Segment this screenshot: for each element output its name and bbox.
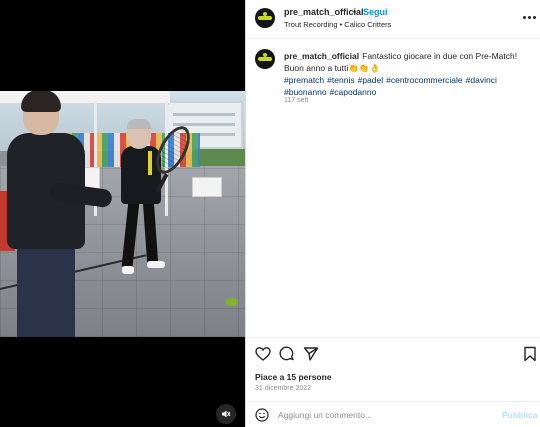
share-icon[interactable] xyxy=(303,346,319,362)
emoji-icon[interactable] xyxy=(255,408,269,422)
caption-avatar[interactable] xyxy=(255,49,275,69)
bookmark-icon[interactable] xyxy=(522,346,538,362)
action-bar xyxy=(246,337,540,368)
avatar[interactable] xyxy=(255,8,275,28)
player-2-body xyxy=(121,146,161,204)
video-crate xyxy=(192,177,222,197)
hashtag[interactable]: #tennis xyxy=(327,75,354,85)
caption-username[interactable]: pre_match_official xyxy=(284,51,359,61)
player-1-legs xyxy=(17,246,75,337)
mute-button[interactable] xyxy=(216,404,236,424)
media-pane xyxy=(0,0,245,427)
caption: pre_match_official Fantastico giocare in … xyxy=(284,50,534,98)
player-2-shoe xyxy=(147,261,165,268)
comment-bar: Pubblica xyxy=(246,401,540,427)
comment-input[interactable] xyxy=(278,408,498,422)
hashtag[interactable]: #davinci xyxy=(466,75,497,85)
likes-count[interactable]: Piace a 15 persone xyxy=(255,372,332,382)
post-date: 31 dicembre 2022 xyxy=(255,385,312,392)
player-1-hair xyxy=(21,91,61,112)
hashtag[interactable]: #capodanno xyxy=(330,87,377,97)
caption-time: 117 sett xyxy=(284,97,309,104)
ball xyxy=(226,298,238,306)
post-header: pre_match_official • Segui Trout Recordi… xyxy=(246,0,540,39)
mute-icon xyxy=(222,410,231,418)
player-2-hair xyxy=(127,119,151,129)
audio-track[interactable]: Trout Recording • Calico Critters xyxy=(284,20,391,29)
hashtag[interactable]: #centrocommerciale xyxy=(386,75,463,85)
hashtag[interactable]: #prematch xyxy=(284,75,324,85)
more-options-button[interactable] xyxy=(523,12,537,22)
player-2-shoe xyxy=(122,266,134,274)
publish-button[interactable]: Pubblica xyxy=(502,410,537,420)
comment-icon[interactable] xyxy=(279,346,295,362)
post-side-panel: pre_match_official • Segui Trout Recordi… xyxy=(245,0,540,427)
heart-icon[interactable] xyxy=(255,346,271,362)
post-video[interactable] xyxy=(0,91,245,337)
header-username[interactable]: pre_match_official xyxy=(284,7,364,17)
header-separator: • xyxy=(353,7,357,17)
hashtag[interactable]: #padel xyxy=(358,75,384,85)
follow-button[interactable]: Segui xyxy=(363,7,388,17)
hashtag[interactable]: #buonanno xyxy=(284,87,327,97)
player-2-stripe xyxy=(148,151,152,175)
hashtags: #prematch #tennis #padel #centrocommerciale… xyxy=(284,74,534,98)
